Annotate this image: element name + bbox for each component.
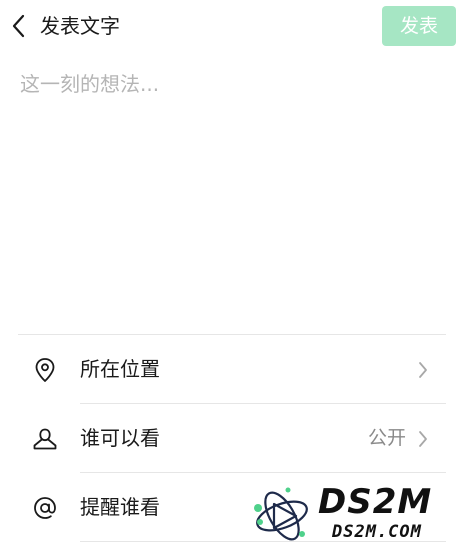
chevron-left-icon — [12, 14, 25, 38]
watermark-logo: DS2M DS2M.COM — [248, 484, 470, 546]
publish-button[interactable]: 发表 — [382, 6, 456, 46]
at-sign-icon — [32, 495, 58, 521]
person-icon — [32, 426, 58, 452]
watermark-text: DS2M — [318, 482, 433, 522]
chevron-right-icon — [416, 428, 430, 450]
option-label: 提醒谁看 — [80, 495, 160, 519]
location-pin-icon — [32, 357, 58, 383]
option-row-visibility[interactable]: 谁可以看 公开 — [18, 404, 446, 473]
watermark-subtext: DS2M.COM — [332, 522, 422, 542]
back-button[interactable] — [6, 12, 30, 40]
page-title: 发表文字 — [40, 14, 120, 38]
moment-text-input[interactable] — [20, 68, 450, 318]
header-bar: 发表文字 发表 — [0, 0, 474, 52]
visibility-value: 公开 — [367, 427, 406, 449]
option-row-location[interactable]: 所在位置 — [18, 335, 446, 404]
option-label: 谁可以看 — [80, 426, 160, 450]
chevron-right-icon — [416, 359, 430, 381]
option-label: 所在位置 — [80, 357, 160, 381]
atom-logo-icon — [254, 487, 308, 541]
